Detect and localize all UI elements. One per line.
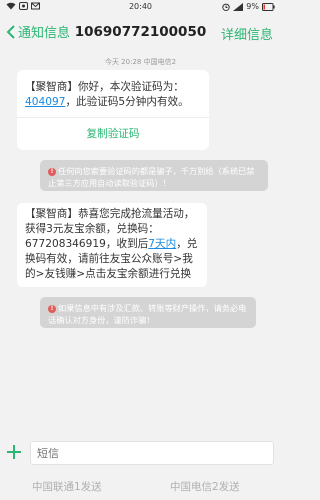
message-text-part: ，此验证码5分钟内有效。 bbox=[65, 96, 189, 108]
battery-icon bbox=[262, 2, 275, 11]
divider bbox=[17, 117, 209, 118]
details-button[interactable]: 详细信息 bbox=[221, 24, 273, 43]
sms-input[interactable] bbox=[30, 441, 274, 465]
copy-code-button[interactable]: 复制验证码 bbox=[17, 127, 209, 142]
message-bubble-verification[interactable]: 【聚智商】你好，本次验证码为： 404097，此验证码5分钟内有效。 复制验证码 bbox=[17, 70, 209, 150]
message-text-part: 【聚智商】你好，本次验证码为： bbox=[25, 81, 184, 93]
send-sim1-button[interactable]: 中国联通1发送 bbox=[32, 479, 102, 494]
message-text: 【聚智商】恭喜您完成抢流量活动，获得3元友宝余额，兑换码：67720834691… bbox=[25, 207, 201, 282]
fraud-warning: ! 任何向您索要验证码的都是骗子，千万别给（系统已禁止第三方应用自动读取验证码）！ bbox=[40, 160, 268, 191]
status-right-icons: 9% bbox=[222, 2, 275, 11]
input-bar bbox=[0, 440, 281, 470]
verification-code-link[interactable]: 404097 bbox=[25, 96, 65, 108]
shield-alert-icon: ! bbox=[48, 167, 56, 176]
warning-text: 任何向您索要验证码的都是骗子，千万别给（系统已禁止第三方应用自动读取验证码）！ bbox=[48, 166, 255, 188]
alarm-icon bbox=[222, 3, 230, 11]
nav-bar: 通知信息 10690772100050 详细信息 bbox=[0, 14, 281, 50]
message-text: 【聚智商】你好，本次验证码为： 404097，此验证码5分钟内有效。 bbox=[25, 80, 203, 110]
signal-icon bbox=[233, 2, 244, 11]
warning-text: 如果信息中有涉及汇款、转账等财产操作，请务必电话确认对方身份，谨防诈骗！ bbox=[48, 303, 247, 325]
message-bubble-promo[interactable]: 【聚智商】恭喜您完成抢流量活动，获得3元友宝余额，兑换码：67720834691… bbox=[17, 203, 207, 287]
send-bar: 中国联通1发送 中国电信2发送 bbox=[0, 470, 281, 500]
send-sim2-button[interactable]: 中国电信2发送 bbox=[170, 479, 240, 494]
add-attachment-button[interactable] bbox=[7, 445, 21, 459]
shield-alert-icon: ! bbox=[48, 304, 56, 313]
battery-percent: 9% bbox=[246, 2, 259, 11]
status-bar: 20:40 9% bbox=[0, 0, 281, 14]
date-link[interactable]: 7天内 bbox=[148, 238, 176, 250]
fraud-warning: ! 如果信息中有涉及汇款、转账等财产操作，请务必电话确认对方身份，谨防诈骗！ bbox=[40, 297, 256, 328]
message-timestamp: 今天 20:28 中国电信2 bbox=[104, 58, 177, 66]
